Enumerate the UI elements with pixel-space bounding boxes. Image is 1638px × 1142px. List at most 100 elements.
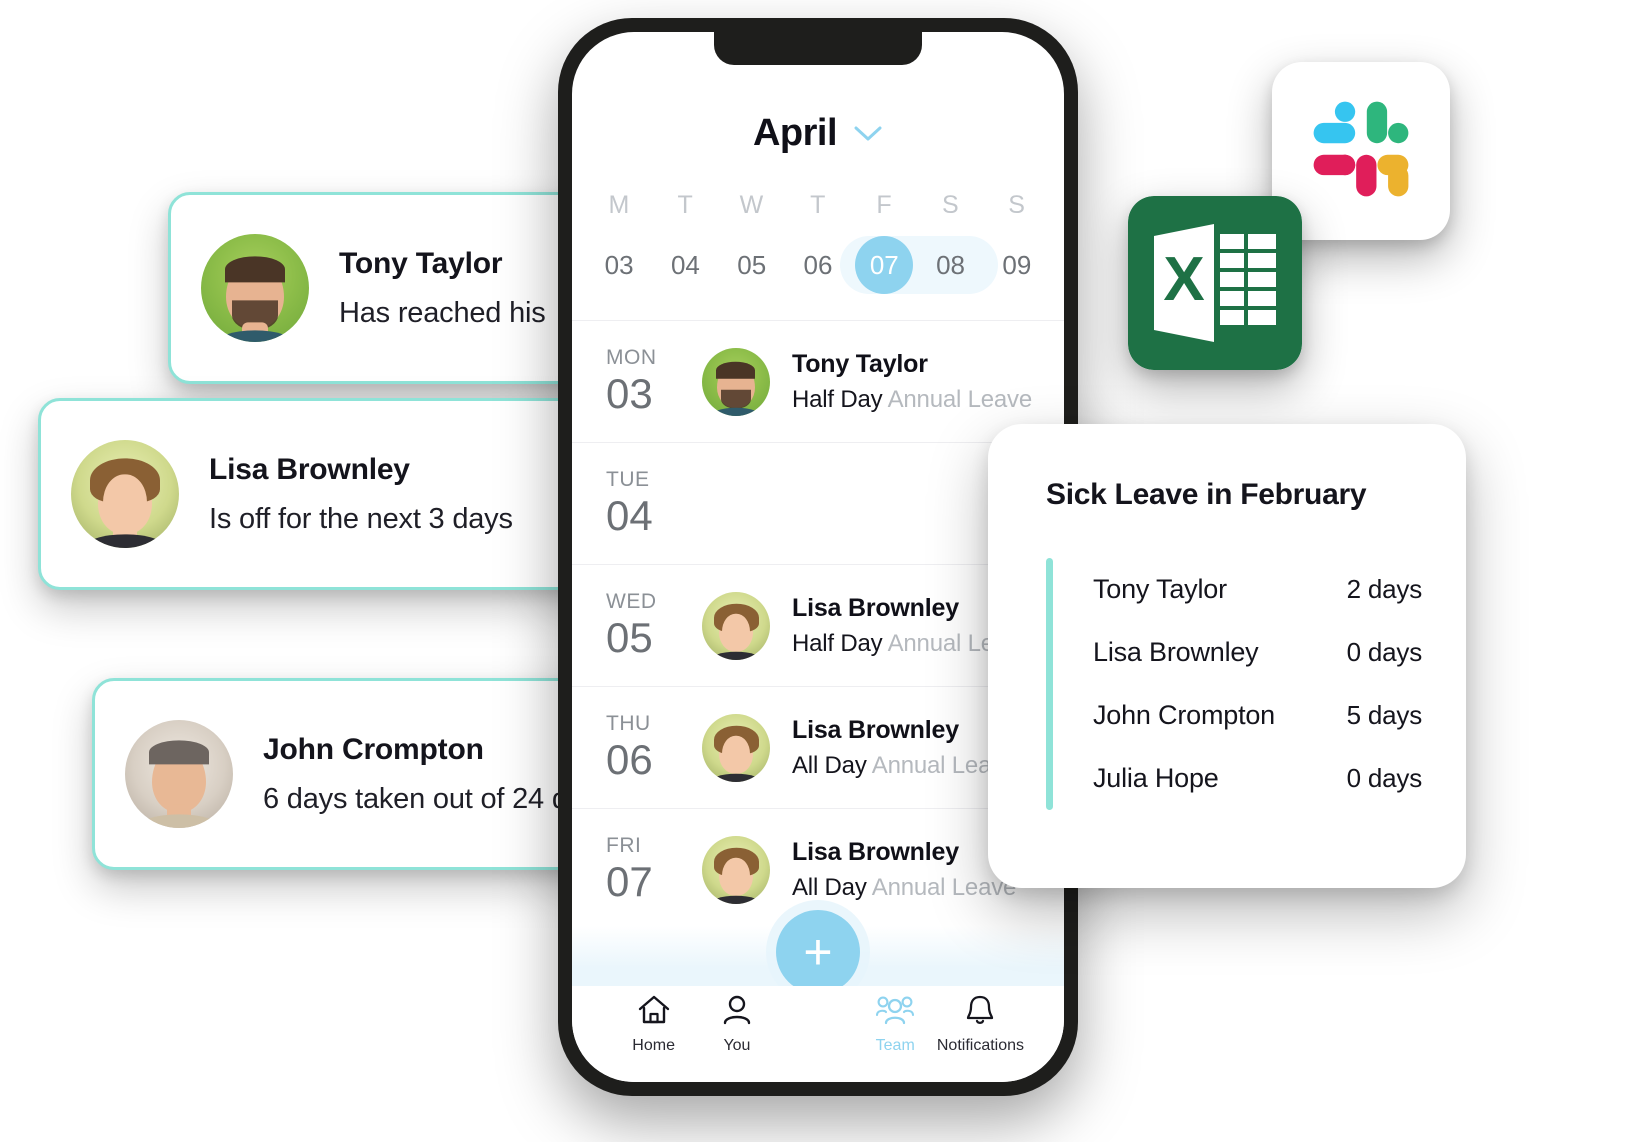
day-number: 08 <box>936 250 966 280</box>
day-number: 05 <box>737 250 767 280</box>
day-number: 03 <box>606 370 653 418</box>
sick-leave-list: Tony Taylor 2 days Lisa Brownley 0 days … <box>1093 558 1422 810</box>
nav-label: Home <box>632 1037 675 1054</box>
excel-letter: X <box>1163 245 1204 314</box>
person-name: Lisa Brownley <box>1093 637 1259 667</box>
john-avatar <box>125 720 233 828</box>
nav-label: You <box>723 1037 751 1054</box>
phone-notch <box>714 32 922 65</box>
composite-illustration: Tony Taylor Has reached his Lisa Brownle… <box>0 0 1638 1142</box>
day-number: 07 <box>855 236 914 294</box>
list-item: Lisa Brownley 0 days <box>1093 621 1422 684</box>
lisa-avatar <box>702 713 770 782</box>
bell-icon <box>963 994 997 1031</box>
weekday-initial: W <box>739 191 764 219</box>
day-cell-selected[interactable]: 07 <box>851 236 917 294</box>
days-value: 2 days <box>1346 574 1423 604</box>
add-leave-fab[interactable]: + <box>776 910 860 994</box>
leave-detail: All Day Annual Leave <box>792 874 1016 902</box>
notification-message: 6 days taken out of 24 d <box>263 782 568 815</box>
list-item: Julia Hope 0 days <box>1093 747 1422 810</box>
month-label: April <box>752 112 838 154</box>
excel-icon: X <box>1128 196 1302 370</box>
day-label-column: FRI 07 <box>606 834 702 904</box>
list-item: Tony Taylor 2 days <box>1093 558 1422 621</box>
day-abbr: MON <box>606 346 657 370</box>
leave-duration: Half Day <box>792 629 883 657</box>
leave-type: Annual Leave <box>871 873 1017 901</box>
day-label-column: WED 05 <box>606 590 702 660</box>
day-label-column: MON 03 <box>606 346 702 416</box>
day-cell[interactable]: 06 <box>785 236 851 294</box>
home-icon <box>637 994 671 1031</box>
tony-avatar <box>702 347 770 416</box>
day-cell[interactable]: 09 <box>984 236 1050 294</box>
day-number: 06 <box>606 736 653 784</box>
panel-title: Sick Leave in February <box>1046 478 1367 511</box>
weekday-header-row: M T W T F S S <box>572 191 1064 220</box>
lisa-avatar <box>702 591 770 660</box>
day-label-column: TUE 04 <box>606 468 702 538</box>
nav-label: Team <box>875 1037 915 1054</box>
day-cell[interactable]: 04 <box>652 236 718 294</box>
plus-icon: + <box>803 924 833 980</box>
day-number: 04 <box>606 492 653 540</box>
day-number: 05 <box>606 614 653 662</box>
day-abbr: FRI <box>606 834 642 858</box>
day-cell[interactable]: 05 <box>719 236 785 294</box>
day-number: 07 <box>606 858 653 906</box>
nav-item-you[interactable]: You <box>695 994 778 1055</box>
leave-duration: All Day <box>792 873 867 901</box>
lisa-avatar <box>71 440 179 548</box>
person-name: John Crompton <box>1093 700 1275 730</box>
nav-item-team[interactable]: Team <box>854 994 937 1055</box>
day-number-strip: 03 04 05 06 07 08 09 <box>572 236 1064 294</box>
day-cell[interactable]: 08 <box>917 236 983 294</box>
sick-leave-panel: Sick Leave in February Tony Taylor 2 day… <box>988 424 1466 888</box>
days-value: 0 days <box>1346 637 1423 667</box>
leave-person-name: Lisa Brownley <box>792 837 959 866</box>
notification-message: Is off for the next 3 days <box>209 502 513 535</box>
weekday-initial: S <box>1008 191 1026 219</box>
leave-person-name: Lisa Brownley <box>792 715 959 744</box>
day-cell[interactable]: 03 <box>586 236 652 294</box>
weekday-initial: F <box>876 191 893 219</box>
notification-name: Lisa Brownley <box>209 452 410 486</box>
weekday-initial: T <box>810 191 826 219</box>
leave-detail: Half Day Annual Leave <box>792 386 1032 414</box>
bottom-navigation: Home You Team Notifications <box>572 986 1064 1082</box>
day-abbr: TUE <box>606 468 650 492</box>
list-item: John Crompton 5 days <box>1093 684 1422 747</box>
leave-type: Annual Leave <box>887 385 1033 413</box>
leave-person-name: Tony Taylor <box>792 349 928 378</box>
day-abbr: THU <box>606 712 651 736</box>
weekday-initial: S <box>941 191 960 219</box>
day-label-column: THU 06 <box>606 712 702 782</box>
nav-label: Notifications <box>936 1037 1025 1054</box>
leave-duration: Half Day <box>792 385 883 413</box>
integration-card-excel[interactable]: X <box>1128 196 1302 370</box>
notification-name: Tony Taylor <box>339 246 503 280</box>
day-number: 03 <box>604 250 634 280</box>
slack-icon <box>1302 90 1420 213</box>
leave-duration: All Day <box>792 751 867 779</box>
leave-detail: All Day Annual Leave <box>792 752 1016 780</box>
table-row[interactable]: MON 03 Tony Taylor Half Day Annual Leave <box>572 320 1064 442</box>
person-icon <box>720 994 754 1031</box>
days-value: 5 days <box>1346 700 1423 730</box>
person-name: Tony Taylor <box>1093 574 1227 604</box>
day-number: 04 <box>670 250 700 280</box>
notification-message: Has reached his <box>339 296 546 329</box>
person-name: Julia Hope <box>1093 763 1219 793</box>
people-group-icon <box>875 994 915 1031</box>
lisa-avatar <box>702 835 770 904</box>
chevron-down-icon[interactable] <box>853 125 883 143</box>
notification-name: John Crompton <box>263 732 484 766</box>
nav-item-notifications[interactable]: Notifications <box>937 994 1024 1055</box>
day-abbr: WED <box>606 590 657 614</box>
accent-bar <box>1046 558 1053 810</box>
day-number: 06 <box>803 250 833 280</box>
tony-avatar <box>201 234 309 342</box>
day-number: 09 <box>1002 250 1032 280</box>
nav-item-home[interactable]: Home <box>612 994 695 1055</box>
